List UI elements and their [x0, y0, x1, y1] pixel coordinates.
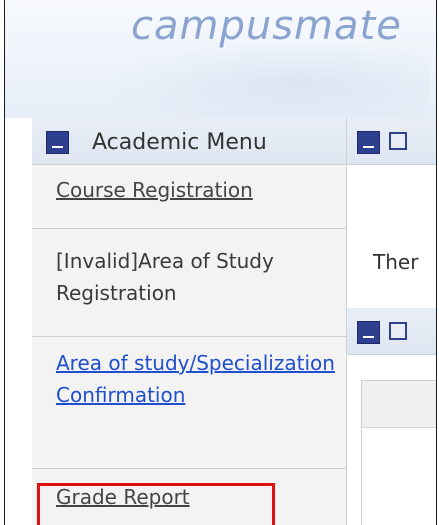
sidebar-item-label[interactable]: Area of study/Specialization Confirmatio…: [56, 347, 346, 411]
sidebar-item-label[interactable]: Course Registration: [56, 174, 253, 206]
sidebar-item-area-of-study-registration[interactable]: [Invalid]Area of Study Registration: [32, 228, 346, 317]
main-content: Ther: [347, 118, 436, 525]
sidebar-item-label: [Invalid]Area of Study Registration: [56, 249, 274, 305]
collapse-icon[interactable]: [357, 131, 380, 154]
window-icon: [389, 322, 407, 340]
app-window: campusmate Academic Menu Course Registra…: [4, 0, 437, 525]
collapse-icon[interactable]: [46, 131, 69, 154]
panel-header-2: [347, 308, 436, 355]
campusmate-logo: campusmate: [131, 3, 402, 49]
window-icon: [389, 132, 407, 150]
table-header: [362, 381, 436, 428]
sidebar-item-grade-report[interactable]: Grade Report: [32, 468, 346, 525]
header: campusmate: [5, 0, 436, 118]
sidebar-header: Academic Menu: [32, 118, 346, 164]
collapse-icon[interactable]: [357, 321, 380, 344]
header-glow: [100, 40, 430, 118]
sidebar-item-label[interactable]: Grade Report: [56, 481, 190, 513]
data-table: [361, 380, 436, 525]
sidebar-academic-menu: Academic Menu Course Registration [Inval…: [32, 118, 347, 525]
panel-header-1: [347, 118, 436, 165]
panel-message: Ther: [373, 250, 419, 274]
sidebar-item-area-of-study-confirmation[interactable]: Area of study/Specialization Confirmatio…: [32, 336, 346, 457]
sidebar-title: Academic Menu: [92, 130, 267, 155]
